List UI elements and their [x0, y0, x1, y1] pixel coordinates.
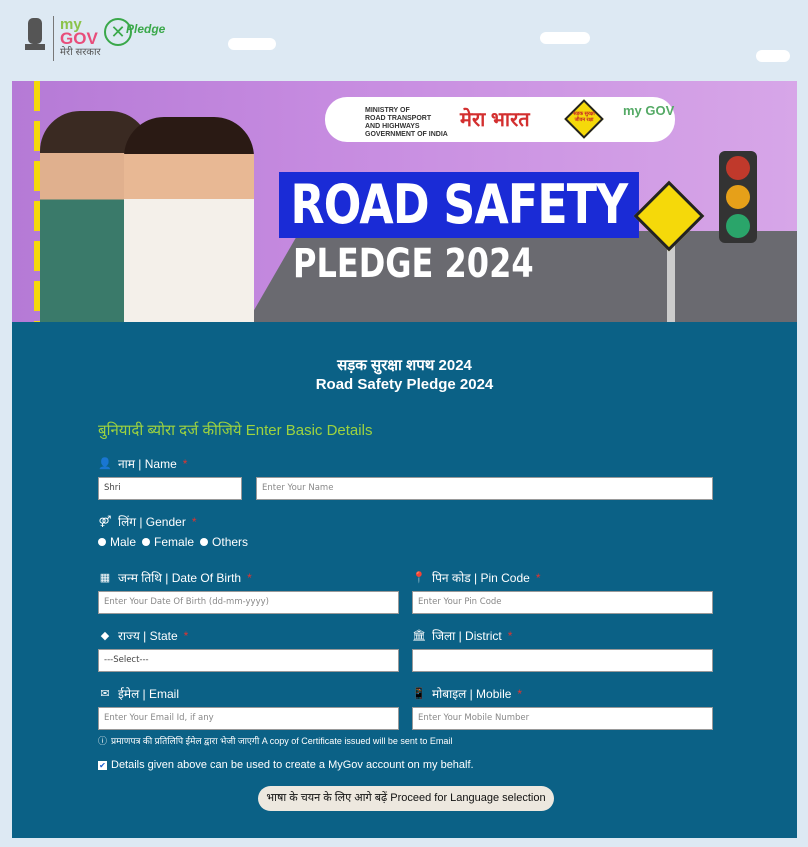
- calendar-icon: ▦: [99, 572, 111, 584]
- my-bharat-logo: मेरा भारत: [460, 109, 530, 131]
- hero-banner: MINISTRY OF ROAD TRANSPORT AND HIGHWAYS GOV…: [12, 81, 797, 322]
- india-map-icon: ◆: [100, 630, 110, 642]
- envelope-icon: ✉: [100, 688, 110, 700]
- state-select[interactable]: ---Select---: [98, 649, 399, 672]
- cloud-decoration: [228, 38, 276, 50]
- banner-title: ROAD SAFETY: [279, 172, 639, 238]
- consent-checkbox[interactable]: ✔ Details given above can be used to crea…: [98, 759, 474, 771]
- mobile-icon: 📱: [412, 688, 426, 700]
- mygov-logo-small: my GOV: [623, 103, 675, 118]
- gender-radio-group: Male Female Others: [98, 535, 248, 549]
- ministry-logo: MINISTRY OF ROAD TRANSPORT AND HIGHWAYS GOV…: [365, 107, 448, 138]
- district-label: 🏛 जिला | District *: [412, 628, 513, 644]
- pledge-logo-text: Pledge: [126, 22, 166, 36]
- email-label: ✉ ईमेल | Email: [98, 685, 179, 702]
- dob-label: ▦ जन्म तिथि | Date Of Birth *: [99, 570, 252, 586]
- person-image: [124, 117, 254, 322]
- cloud-decoration: [540, 32, 590, 44]
- form-title: सड़क सुरक्षा शपथ 2024 Road Safety Pledge …: [315, 357, 494, 393]
- gender-others-radio[interactable]: Others: [200, 535, 248, 549]
- pin-input[interactable]: Enter Your Pin Code: [412, 591, 713, 614]
- mobile-label: 📱 मोबाइल | Mobile *: [412, 686, 523, 702]
- dob-input[interactable]: Enter Your Date Of Birth (dd-mm-yyyy): [98, 591, 399, 614]
- partner-logos: MINISTRY OF ROAD TRANSPORT AND HIGHWAYS GOV…: [325, 97, 675, 142]
- salutation-select[interactable]: Shri: [98, 477, 242, 500]
- building-icon: 🏛: [412, 630, 426, 642]
- user-icon: 👤: [98, 458, 112, 470]
- section-heading: बुनियादी ब्योरा दर्ज कीजिये Enter Basic …: [98, 422, 373, 439]
- site-header: my GOV मेरी सरकार ✕ Pledge: [0, 0, 808, 80]
- mygov-logo[interactable]: my GOV मेरी सरकार: [60, 17, 101, 60]
- mobile-input[interactable]: Enter Your Mobile Number: [412, 707, 713, 730]
- info-icon: ⓘ: [98, 736, 108, 746]
- email-note: ⓘ प्रमाणपत्र की प्रतिलिपि ईमेल द्वारा भेज…: [98, 736, 453, 746]
- email-input[interactable]: Enter Your Email Id, if any: [98, 707, 399, 730]
- name-label: 👤 नाम | Name *: [98, 456, 188, 472]
- traffic-light-icon: [719, 151, 757, 243]
- state-label: ◆ राज्य | State *: [98, 627, 189, 644]
- cloud-decoration: [756, 50, 790, 62]
- pin-label: 📍 पिन कोड | Pin Code *: [412, 570, 541, 586]
- location-pin-icon: 📍: [412, 572, 426, 584]
- divider: [53, 16, 54, 61]
- sign-pole: [667, 241, 675, 322]
- national-emblem-icon: [25, 18, 45, 50]
- road-safety-sign-text: सड़क सुरक्षा जीवन रक्षा: [573, 111, 595, 123]
- district-select[interactable]: [412, 649, 713, 672]
- checkbox-checked-icon: ✔: [98, 760, 107, 770]
- gender-icon: ⚤: [98, 516, 112, 528]
- gender-male-radio[interactable]: Male: [98, 535, 136, 549]
- pledge-form: सड़क सुरक्षा शपथ 2024 Road Safety Pledge …: [12, 322, 797, 838]
- proceed-button[interactable]: भाषा के चयन के लिए आगे बढ़ें Proceed for…: [258, 786, 554, 811]
- name-input[interactable]: Enter Your Name: [256, 477, 713, 500]
- banner-subtitle: PLEDGE 2024: [293, 241, 534, 287]
- gender-label: ⚤ लिंग | Gender *: [98, 514, 197, 530]
- gender-female-radio[interactable]: Female: [142, 535, 194, 549]
